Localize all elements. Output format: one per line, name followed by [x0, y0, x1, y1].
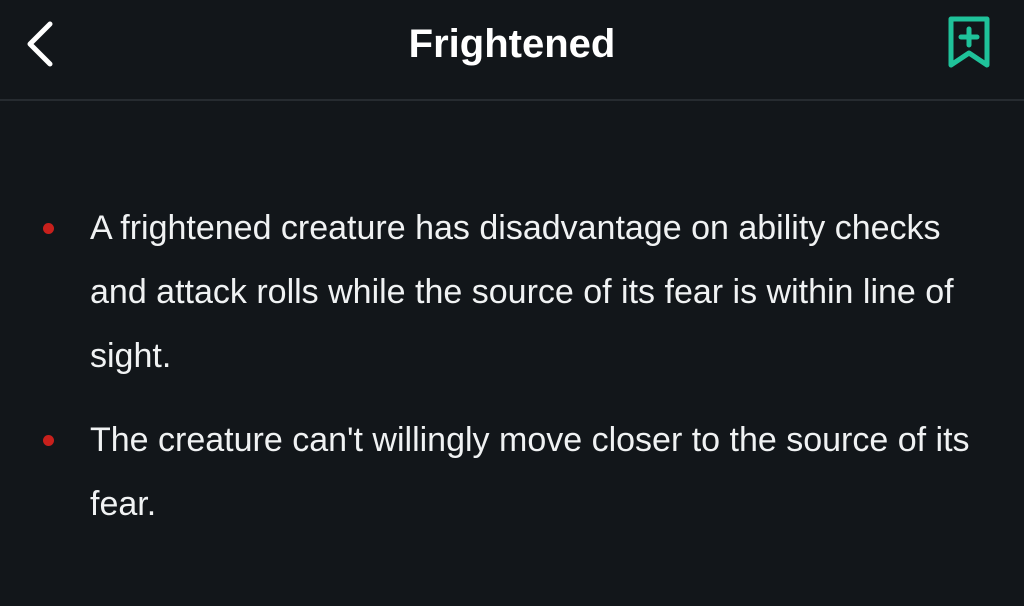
condition-detail-screen: Frightened A frightened creature has dis… — [0, 0, 1024, 606]
page-title: Frightened — [408, 22, 616, 66]
bullet-icon — [43, 223, 54, 234]
list-item: The creature can't willingly move closer… — [0, 408, 1024, 536]
bullet-icon — [43, 435, 54, 446]
list-item: A frightened creature has disadvantage o… — [0, 196, 1024, 388]
bookmark-add-button[interactable] — [938, 10, 1000, 76]
list-item-text: The creature can't willingly move closer… — [90, 421, 970, 523]
bookmark-add-icon — [948, 16, 990, 68]
list-item-text: A frightened creature has disadvantage o… — [90, 209, 954, 375]
top-app-bar: Frightened — [0, 0, 1024, 101]
condition-description: A frightened creature has disadvantage o… — [0, 196, 1024, 556]
rules-list: A frightened creature has disadvantage o… — [0, 196, 1024, 536]
